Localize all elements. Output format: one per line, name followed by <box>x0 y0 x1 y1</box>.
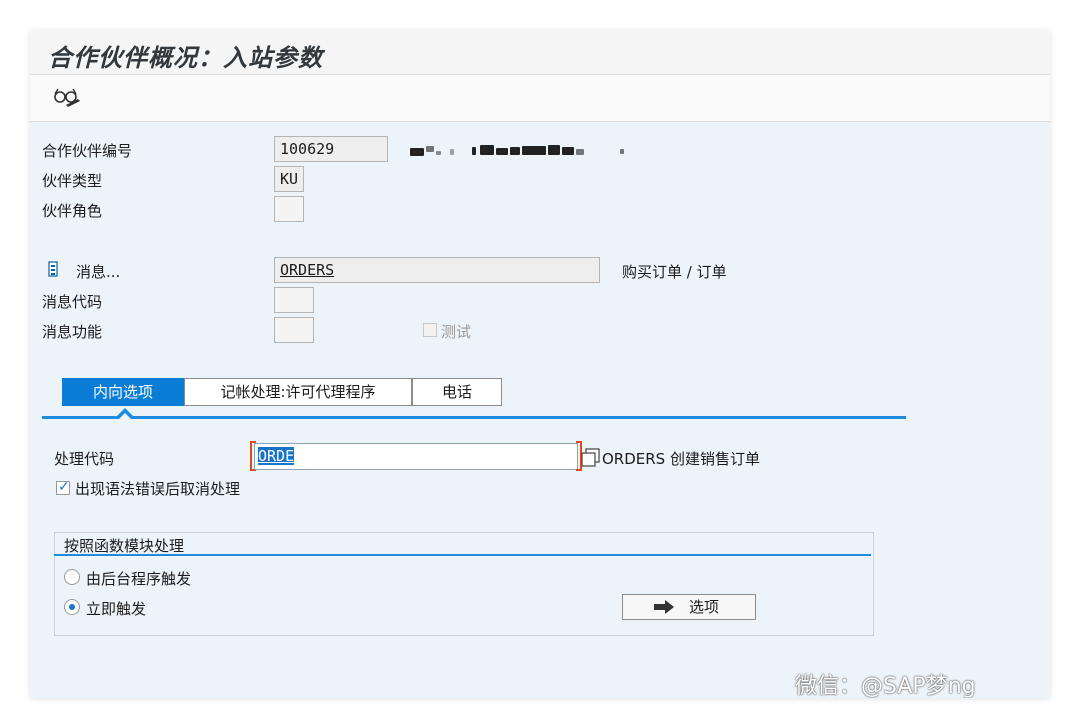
message-status-icon <box>48 261 58 277</box>
partner-type-label: 伙伴类型 <box>42 172 103 190</box>
title-bar: 合作伙伴概况：入站参数 <box>30 30 1050 75</box>
message-label[interactable]: 消息... <box>76 261 120 282</box>
options-button[interactable]: 选项 <box>622 594 756 620</box>
cancel-on-error-label: 出现语法错误后取消处理 <box>75 480 241 498</box>
tab-indicator-inner <box>119 413 131 419</box>
checkmark-icon: ✓ <box>58 479 70 495</box>
content-bottom <box>30 640 906 698</box>
process-code-input[interactable]: ORDE <box>254 443 578 470</box>
right-panel <box>907 122 1050 698</box>
process-code-value: ORDE <box>258 447 295 465</box>
test-label: 测试 <box>441 323 472 341</box>
tab-posting-agents[interactable]: 记帐处理:许可代理程序 <box>184 378 412 406</box>
tab-underline <box>42 416 906 419</box>
sap-window: 合作伙伴概况：入站参数 合作伙伴编号 100629 伙伴类型 KU 伙伴角色 消… <box>30 30 1050 698</box>
partner-role-field[interactable] <box>274 196 304 222</box>
group-header-line <box>54 554 871 556</box>
radio-background-trigger[interactable] <box>64 569 80 585</box>
message-description: 购买订单 / 订单 <box>622 263 727 281</box>
partner-number-field[interactable]: 100629 <box>274 136 388 162</box>
partner-name-redacted <box>410 142 630 160</box>
process-code-description: ORDERS 创建销售订单 <box>602 450 760 468</box>
tab-inbound-options[interactable]: 内向选项 <box>62 378 184 406</box>
display-glasses-icon[interactable] <box>52 85 82 111</box>
tab-telephony[interactable]: 电话 <box>412 378 502 406</box>
radio-immediate-trigger[interactable] <box>64 599 80 615</box>
value-help-icon[interactable] <box>580 446 602 468</box>
radio-selected-dot <box>69 604 75 610</box>
background-trigger-label: 由后台程序触发 <box>86 570 192 588</box>
message-code-label: 消息代码 <box>42 293 103 311</box>
partner-number-label: 合作伙伴编号 <box>42 142 133 160</box>
processing-group-title: 按照函数模块处理 <box>64 537 185 555</box>
partner-role-label: 伙伴角色 <box>42 202 103 220</box>
cancel-on-error-checkbox[interactable]: ✓ <box>56 479 70 495</box>
message-code-field[interactable] <box>274 287 314 313</box>
partner-type-field[interactable]: KU <box>274 166 304 192</box>
immediate-trigger-label: 立即触发 <box>86 600 147 618</box>
message-function-field[interactable] <box>274 317 314 343</box>
options-button-label: 选项 <box>689 598 720 616</box>
toolbar <box>30 75 1050 122</box>
page-title: 合作伙伴概况：入站参数 <box>48 44 323 72</box>
process-code-label: 处理代码 <box>54 450 115 468</box>
message-type-field[interactable]: ORDERS <box>274 257 600 283</box>
test-checkbox[interactable] <box>423 323 437 337</box>
message-function-label: 消息功能 <box>42 323 103 341</box>
arrow-right-icon <box>654 600 674 614</box>
watermark: 微信：@SAP梦ng <box>795 674 976 698</box>
